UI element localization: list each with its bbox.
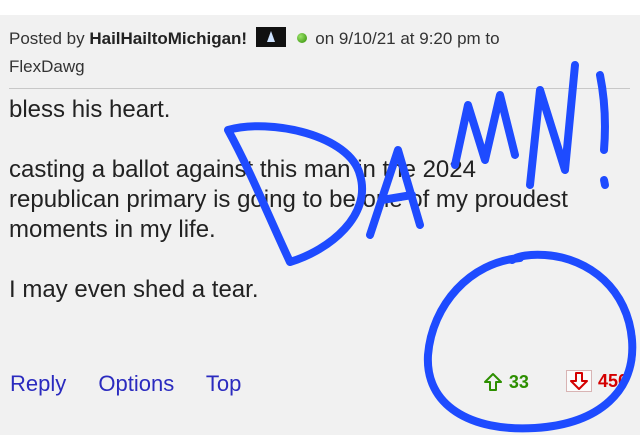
post-container: Posted by HailHailtoMichigan! on 9/10/21… xyxy=(0,15,640,435)
upvote-button[interactable]: 33 xyxy=(483,372,529,393)
vote-controls: 33 450 xyxy=(483,370,628,397)
post-actions: Reply Options Top xyxy=(10,371,267,397)
online-status-icon xyxy=(296,33,307,43)
up-arrow-icon xyxy=(483,372,503,392)
post-paragraph: bless his heart. xyxy=(9,96,171,123)
post-meta: Posted by HailHailtoMichigan! on 9/10/21… xyxy=(9,25,569,81)
down-arrow-icon xyxy=(565,370,592,392)
post-paragraph: I may even shed a tear. xyxy=(9,276,259,303)
post-body: bless his heart. casting a ballot agains… xyxy=(9,95,569,335)
username-link[interactable]: HailHailtoMichigan! xyxy=(89,29,247,48)
upvote-count: 33 xyxy=(508,371,529,392)
user-badge-icon xyxy=(255,27,286,47)
posted-by-label: Posted by xyxy=(9,29,85,48)
post-date: on 9/10/21 at 9:20 pm to xyxy=(315,29,500,48)
reply-to-user[interactable]: FlexDawg xyxy=(9,57,85,76)
downvote-button[interactable]: 450 xyxy=(565,370,628,392)
divider xyxy=(9,88,630,89)
reply-link[interactable]: Reply xyxy=(10,371,66,396)
post-paragraph: casting a ballot against this man in the… xyxy=(9,156,568,243)
downvote-count: 450 xyxy=(597,370,628,391)
top-link[interactable]: Top xyxy=(206,371,241,396)
options-link[interactable]: Options xyxy=(98,371,174,396)
